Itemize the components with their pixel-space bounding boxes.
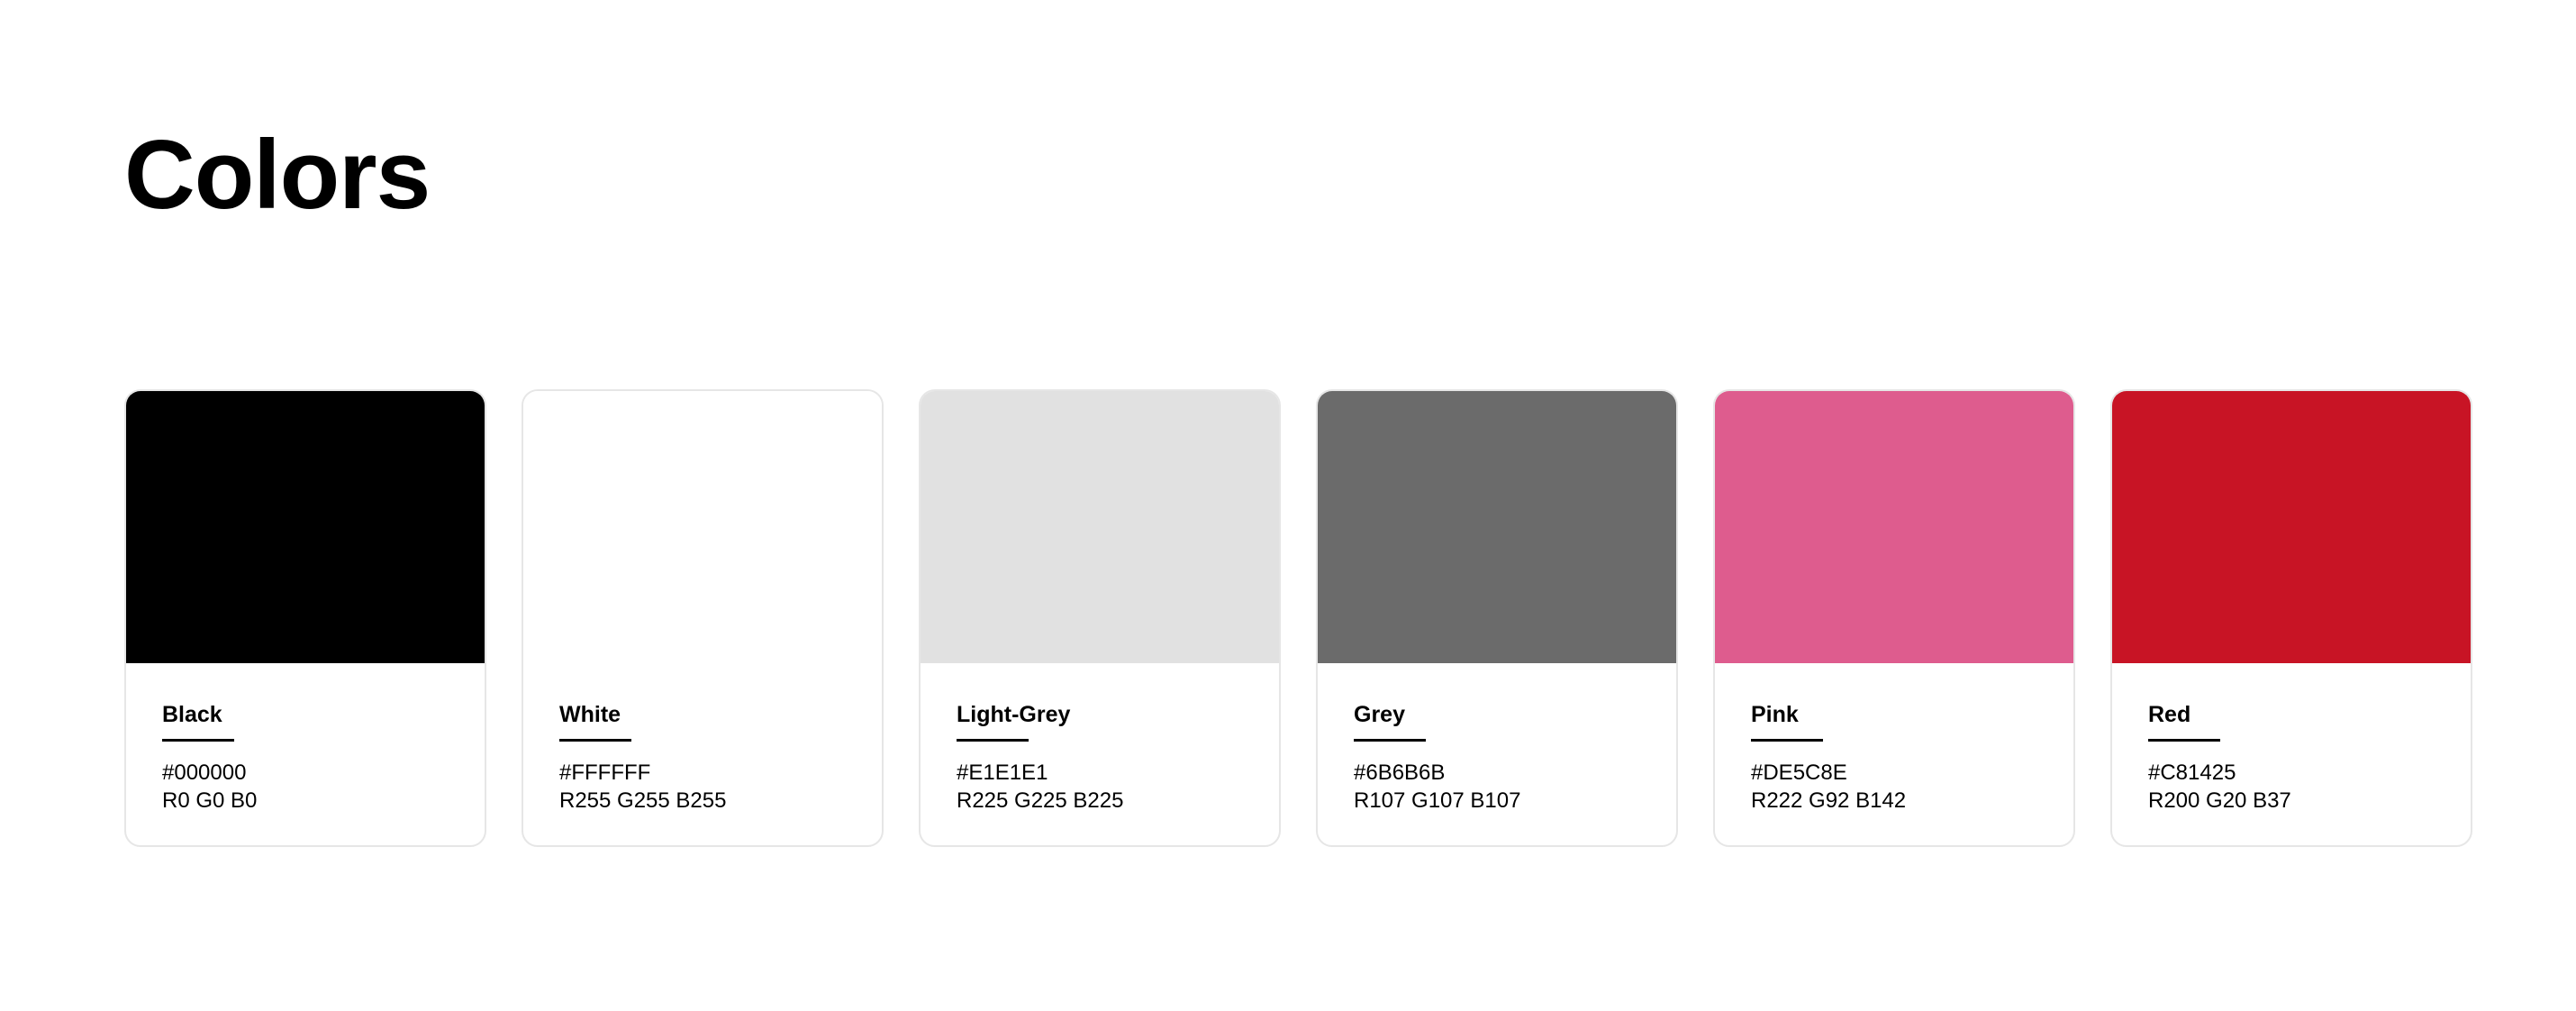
swatch-card-white: White #FFFFFF R255 G255 B255 bbox=[522, 389, 884, 847]
swatch-hex: #E1E1E1 bbox=[957, 761, 1048, 785]
swatch-name: Pink bbox=[1751, 702, 1799, 727]
swatch-hex: #FFFFFF bbox=[559, 761, 651, 785]
page-title: Colors bbox=[124, 120, 431, 230]
swatch-rgb: R222 G92 B142 bbox=[1751, 788, 1907, 813]
swatch-color-black bbox=[126, 391, 485, 663]
swatch-color-red bbox=[2112, 391, 2471, 663]
swatch-divider bbox=[1354, 739, 1426, 742]
swatch-rgb: R0 G0 B0 bbox=[162, 788, 258, 813]
swatch-color-pink bbox=[1715, 391, 2073, 663]
swatch-info: Light-Grey #E1E1E1 R225 G225 B225 bbox=[921, 663, 1279, 815]
swatch-name: Light-Grey bbox=[957, 702, 1071, 727]
swatch-info: Black #000000 R0 G0 B0 bbox=[126, 663, 485, 815]
swatch-rgb: R200 G20 B37 bbox=[2148, 788, 2291, 813]
swatch-info: White #FFFFFF R255 G255 B255 bbox=[523, 663, 882, 815]
swatch-card-grey: Grey #6B6B6B R107 G107 B107 bbox=[1316, 389, 1678, 847]
swatch-card-red: Red #C81425 R200 G20 B37 bbox=[2110, 389, 2472, 847]
swatch-color-white bbox=[523, 391, 882, 663]
swatch-divider bbox=[1751, 739, 1823, 742]
swatch-color-grey bbox=[1318, 391, 1676, 663]
swatch-rgb: R107 G107 B107 bbox=[1354, 788, 1521, 813]
swatch-name: Grey bbox=[1354, 702, 1405, 727]
swatch-info: Pink #DE5C8E R222 G92 B142 bbox=[1715, 663, 2073, 815]
swatch-info: Red #C81425 R200 G20 B37 bbox=[2112, 663, 2471, 815]
swatch-rgb: R255 G255 B255 bbox=[559, 788, 727, 813]
swatch-row: Black #000000 R0 G0 B0 White #FFFFFF R25… bbox=[124, 389, 2472, 847]
swatch-name: White bbox=[559, 702, 621, 727]
swatch-card-black: Black #000000 R0 G0 B0 bbox=[124, 389, 486, 847]
swatch-card-pink: Pink #DE5C8E R222 G92 B142 bbox=[1713, 389, 2075, 847]
swatch-divider bbox=[162, 739, 234, 742]
swatch-color-light-grey bbox=[921, 391, 1279, 663]
swatch-divider bbox=[2148, 739, 2220, 742]
swatch-info: Grey #6B6B6B R107 G107 B107 bbox=[1318, 663, 1676, 815]
swatch-card-light-grey: Light-Grey #E1E1E1 R225 G225 B225 bbox=[919, 389, 1281, 847]
swatch-hex: #C81425 bbox=[2148, 761, 2236, 785]
swatch-divider bbox=[957, 739, 1029, 742]
swatch-hex: #000000 bbox=[162, 761, 247, 785]
swatch-rgb: R225 G225 B225 bbox=[957, 788, 1124, 813]
swatch-hex: #6B6B6B bbox=[1354, 761, 1446, 785]
swatch-name: Red bbox=[2148, 702, 2191, 727]
swatch-divider bbox=[559, 739, 631, 742]
swatch-name: Black bbox=[162, 702, 222, 727]
swatch-hex: #DE5C8E bbox=[1751, 761, 1847, 785]
